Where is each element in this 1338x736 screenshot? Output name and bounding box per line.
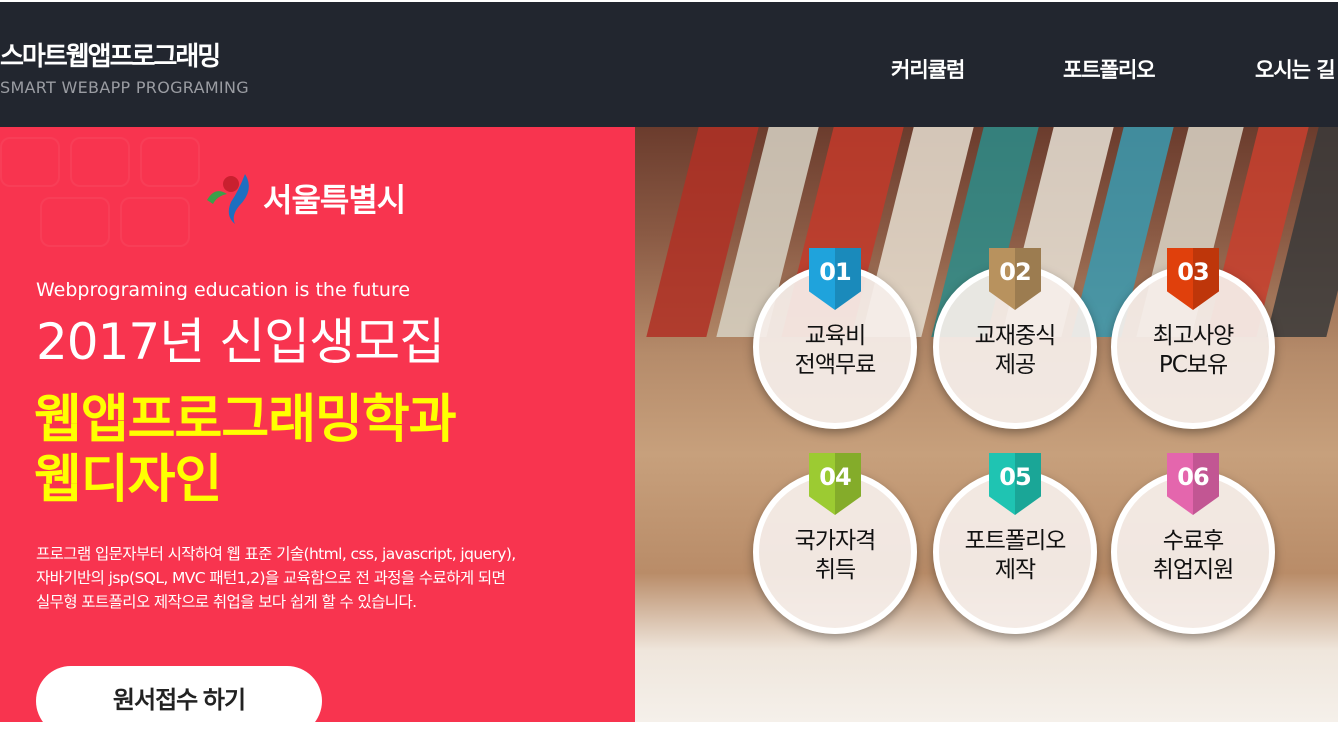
department-titles: 웹앱프로그래밍학과 웹디자인 [34,390,457,510]
features-panel [635,127,1338,722]
feature-line1: 교육비 [804,323,866,349]
feature-line2: 제작 [994,557,1036,583]
nav-location[interactable]: 오시는 길 [1255,54,1336,84]
feature-line2: 취업지원 [1152,557,1235,583]
feature-line1: 수료후 [1162,528,1224,554]
feature-line1: 교재중식 [974,323,1057,349]
nav-curriculum[interactable]: 커리큘럼 [891,54,965,84]
desc-line: 자바기반의 jsp(SQL, MVC 패턴1,2)을 교육함으로 전 과정을 수… [36,569,506,587]
recruit-title: 2017년 신입생모집 [36,313,445,371]
logo-title[interactable]: 스마트웹앱프로그래밍 [0,36,221,73]
seoul-emblem-icon [207,174,249,224]
dept-webdesign: 웹디자인 [34,450,222,510]
logo-subtitle: SMART WEBAPP PROGRAMING [0,78,249,97]
apply-button[interactable]: 원서접수 하기 [36,666,322,736]
seoul-logo: 서울특별시 [205,170,406,226]
feature-line2: PC보유 [1158,352,1228,378]
feature-line1: 최고사양 [1152,323,1235,349]
feature-line1: 포트폴리오 [964,528,1067,554]
nav-portfolio[interactable]: 포트폴리오 [1063,54,1156,84]
tagline: Webprograming education is the future [36,279,411,301]
seoul-text: 서울특별시 [263,181,406,219]
desc-line: 프로그램 입문자부터 시작하여 웹 표준 기술(html, css, javas… [36,545,516,563]
feature-line1: 국가자격 [794,528,877,554]
feature-line2: 취득 [814,557,856,583]
desc-line: 실무형 포트폴리오 제작으로 취업을 보다 쉽게 할 수 있습니다. [36,593,417,611]
feature-line2: 제공 [994,352,1036,378]
header: 스마트웹앱프로그래밍 SMART WEBAPP PROGRAMING 커리큘럼 … [0,2,1338,127]
description: 프로그램 입문자부터 시작하여 웹 표준 기술(html, css, javas… [36,542,516,614]
feature-line2: 전액무료 [794,352,877,378]
dept-webapp: 웹앱프로그래밍학과 [34,390,457,450]
